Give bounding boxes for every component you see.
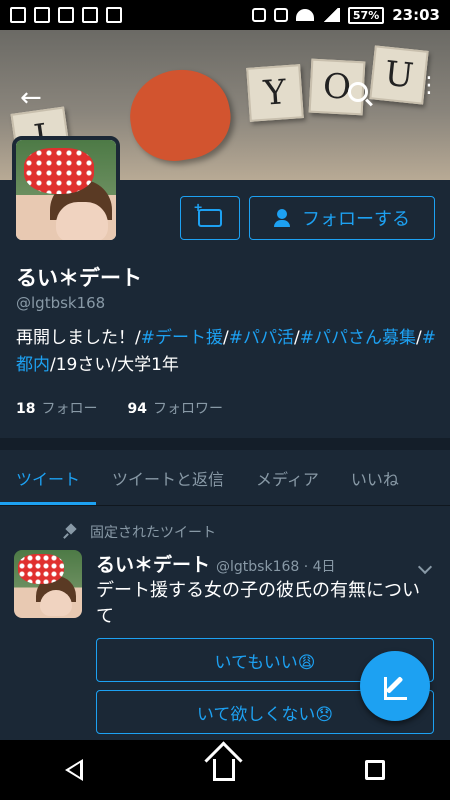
tweet-meta: @lgtbsk168 · 4日 [216,559,336,575]
contact-card-icon [10,7,26,23]
following-stat[interactable]: 18 フォロー [16,398,97,418]
direct-message-button[interactable] [180,196,240,240]
battery-indicator: 57% [347,6,385,24]
banner-heart [122,62,238,168]
clipboard-icon [106,7,122,23]
hashtag-link[interactable]: #デート援 [141,328,223,348]
pin-icon [64,525,78,539]
signal-icon [321,8,340,22]
following-count: 18 [16,401,36,417]
avatar-ribbon [24,148,94,194]
followers-stat[interactable]: 94 フォロワー [127,398,222,418]
follow-button[interactable]: フォローする [249,196,435,240]
nav-recents-icon[interactable] [365,760,385,780]
avatar-face [56,202,108,240]
banner-block-letter-y: Y [246,64,304,122]
pinned-indicator: 固定されたツイート [64,522,216,542]
followers-count: 94 [127,401,147,417]
compose-tweet-button[interactable] [360,651,430,721]
following-label: フォロー [41,401,98,417]
nav-back-icon[interactable] [65,759,83,781]
profile-tabs: ツイート ツイートと返信 メディア いいね [0,450,450,506]
avatar-ribbon [18,554,64,584]
profile-avatar[interactable] [12,136,120,244]
avatar-image [14,550,82,618]
message-add-icon [194,199,222,227]
clock: 23:03 [392,6,440,24]
profile-bio: 再開しました！/#デート援/#パパ活/#パパさん募集/#都内/19さい/大学1年 [16,325,436,379]
section-divider [0,438,450,450]
followers-label: フォロワー [152,401,223,417]
compose-icon [382,673,408,700]
tab-media[interactable]: メディア [240,450,335,505]
image-notification-icon [58,7,74,23]
tweet-author-avatar[interactable] [14,550,82,618]
system-navigation-bar [0,740,450,800]
alarm-icon [273,8,288,22]
profile-stats: 18 フォロー 94 フォロワー [16,398,223,418]
follow-button-label: フォローする [302,209,410,229]
tweet-text: デート援する女の子の彼氏の有無について [96,580,420,627]
bio-text: /19さい/大学1年 [50,355,179,375]
tweet-author-name[interactable]: るい＊デート [96,550,210,577]
avatar-image [16,140,116,240]
hashtag-link[interactable]: #パパさん募集 [300,328,416,348]
hashtag-link[interactable]: #パパ活 [229,328,294,348]
vibrate-icon [251,8,266,22]
nav-home-icon[interactable] [213,759,235,781]
tweet-header: るい＊デート @lgtbsk168 · 4日 [96,550,336,577]
tab-tweets-and-replies[interactable]: ツイートと返信 [96,450,240,505]
tab-tweets[interactable]: ツイート [0,450,97,505]
tab-likes[interactable]: いいね [335,450,415,505]
chevron-down-icon[interactable] [417,559,433,575]
more-options-icon[interactable]: ⋮ [418,75,440,97]
profile-handle: @lgtbsk168 [16,294,106,312]
pinned-label: 固定されたツイート [90,525,216,541]
status-bar: 57% 23:03 [0,0,450,30]
add-person-icon [274,209,296,227]
bio-text: 再開しました！/ [16,328,141,348]
wifi-icon [295,9,314,21]
search-icon[interactable] [348,82,368,102]
back-arrow-icon[interactable]: ← [20,85,42,111]
sync-notification-icon [34,7,50,23]
gmail-icon [82,7,98,23]
avatar-face [40,590,72,616]
profile-name: るい＊デート [16,266,142,290]
